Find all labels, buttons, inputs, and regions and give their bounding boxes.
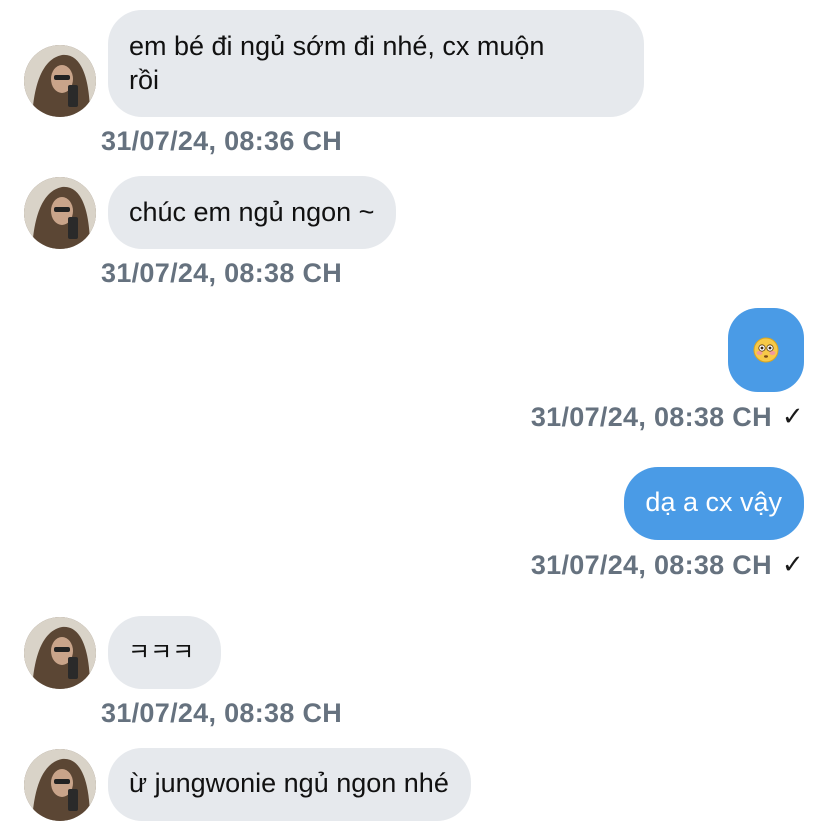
avatar-photo-icon bbox=[24, 749, 96, 821]
message-timestamp: 31/07/24, 08:38 CH ✓ bbox=[531, 548, 804, 582]
avatar-photo-icon bbox=[24, 45, 96, 117]
avatar-photo-icon bbox=[24, 177, 96, 249]
message-bubble-incoming[interactable]: ừ jungwonie ngủ ngon nhé bbox=[108, 748, 471, 821]
sender-avatar[interactable] bbox=[24, 617, 96, 689]
sender-avatar[interactable] bbox=[24, 177, 96, 249]
timestamp-text: 31/07/24, 08:38 CH bbox=[530, 550, 772, 580]
message-bubble-incoming[interactable]: ㅋㅋㅋ bbox=[108, 616, 221, 689]
avatar-photo-icon bbox=[24, 617, 96, 689]
message-timestamp: 31/07/24, 08:38 CH bbox=[101, 698, 343, 728]
sent-check-icon: ✓ bbox=[781, 402, 804, 432]
timestamp-text: 31/07/24, 08:38 CH bbox=[530, 402, 772, 432]
message-bubble-outgoing[interactable] bbox=[728, 308, 804, 392]
message-timestamp: 31/07/24, 08:38 CH ✓ bbox=[531, 400, 804, 434]
sender-avatar[interactable] bbox=[24, 749, 96, 821]
flushed-face-emoji-icon bbox=[753, 337, 779, 363]
message-timestamp: 31/07/24, 08:38 CH bbox=[101, 258, 343, 288]
message-bubble-incoming[interactable]: em bé đi ngủ sớm đi nhé, cx muộn rồi bbox=[108, 10, 644, 117]
message-timestamp: 31/07/24, 08:36 CH bbox=[101, 126, 343, 156]
sender-avatar[interactable] bbox=[24, 45, 96, 117]
sent-check-icon: ✓ bbox=[781, 550, 804, 580]
message-bubble-incoming[interactable]: chúc em ngủ ngon ~ bbox=[108, 176, 397, 249]
message-bubble-outgoing[interactable]: dạ a cx vậy bbox=[624, 467, 804, 540]
